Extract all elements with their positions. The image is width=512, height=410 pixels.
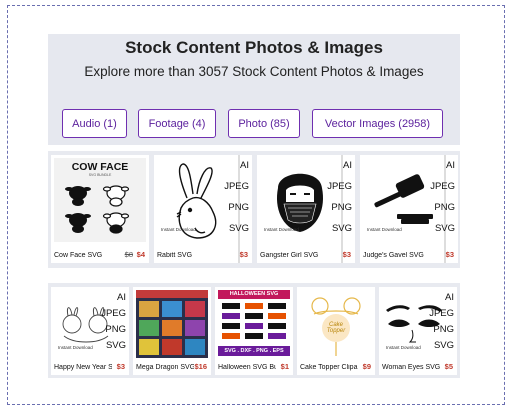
format-label: JPEG — [327, 181, 352, 192]
product-card[interactable]: Instant Download AI JPEG PNG SVG Happy N… — [51, 287, 129, 375]
card-price: $16 — [194, 362, 207, 371]
filter-vector-button[interactable]: Vector Images (2958) — [312, 109, 443, 138]
card-title: Judge's Gavel SVG — [363, 252, 424, 259]
cow-face-icon: COW FACE SVG BUNDLE — [54, 158, 146, 242]
format-label: PNG — [434, 202, 455, 213]
gavel-icon: Instant Download — [363, 158, 443, 242]
page-title: Stock Content Photos & Images — [125, 38, 383, 57]
product-card[interactable]: COW FACE SVG BUNDLE Cow Face SVG $8 $4 — [51, 155, 149, 263]
card-old-price: $8 — [124, 250, 133, 259]
format-label: JPEG — [430, 181, 455, 192]
format-label: JPEG — [101, 308, 126, 319]
format-label: SVG — [434, 223, 455, 234]
rabbit-icon: Instant Download — [157, 158, 237, 242]
product-card[interactable]: Cake Topper Cake Topper Clipa... $9 — [297, 287, 375, 375]
results-row-1: COW FACE SVG BUNDLE Cow Face SVG $8 $4 I… — [48, 151, 460, 268]
format-label: AI — [343, 160, 352, 171]
card-title: Rabitt SVG — [157, 252, 193, 259]
card-price: $4 — [136, 250, 145, 259]
format-label: JPEG — [224, 181, 249, 192]
thumb-footer: SVG . DXF . PNG . EPS — [218, 346, 290, 356]
card-title: Halloween SVG Bu... — [218, 364, 276, 371]
card-title: Mega Dragon SVG — [136, 364, 194, 371]
product-card[interactable]: Instant Download AI JPEG PNG SVG Rabitt … — [154, 155, 252, 263]
card-title: Woman Eyes SVG — [382, 364, 440, 371]
card-price: $5 — [444, 362, 453, 371]
format-label: PNG — [105, 324, 126, 335]
thumb-label: Cake Topper — [326, 322, 346, 334]
card-title: Gangster Girl SVG — [260, 252, 319, 259]
card-price: $3 — [445, 250, 454, 259]
instant-download-label: Instant Download — [161, 227, 196, 232]
card-price: $3 — [239, 250, 248, 259]
gangster-girl-icon: Instant Download — [260, 158, 340, 242]
card-price: $3 — [342, 250, 351, 259]
filter-audio-button[interactable]: Audio (1) — [62, 109, 127, 138]
product-card[interactable]: HALLOWEEN SVG BUNDLE SVG . DXF . PNG . E… — [215, 287, 293, 375]
card-title: Happy New Year SVG — [54, 364, 112, 371]
halloween-bundle-icon: HALLOWEEN SVG BUNDLE SVG . DXF . PNG . E… — [218, 290, 290, 358]
dragon-bundle-icon — [136, 290, 208, 358]
product-card[interactable]: Instant Download AI JPEG PNG SVG Gangste… — [257, 155, 355, 263]
product-card[interactable]: Instant Download AI JPEG PNG SVG Judge's… — [360, 155, 458, 263]
header-panel: Stock Content Photos & Images Explore mo… — [48, 34, 460, 145]
format-label: AI — [240, 160, 249, 171]
format-label: PNG — [433, 324, 454, 335]
instant-download-label: Instant Download — [58, 345, 93, 350]
page-subtitle: Explore more than 3057 Stock Content Pho… — [84, 64, 424, 79]
filter-footage-button[interactable]: Footage (4) — [138, 109, 216, 138]
format-label: PNG — [331, 202, 352, 213]
product-card[interactable]: Mega Dragon SVG $16 — [133, 287, 211, 375]
product-card[interactable]: Instant Download AI JPEG PNG SVG Woman E… — [379, 287, 457, 375]
format-label: SVG — [228, 223, 249, 234]
instant-download-label: Instant Download — [386, 345, 421, 350]
format-label: SVG — [433, 340, 454, 351]
card-price: $3 — [116, 362, 125, 371]
format-label: AI — [117, 292, 126, 303]
format-label: JPEG — [429, 308, 454, 319]
format-label: PNG — [228, 202, 249, 213]
card-price: $1 — [280, 362, 289, 371]
format-label: AI — [446, 160, 455, 171]
format-label: AI — [445, 292, 454, 303]
instant-download-label: Instant Download — [367, 227, 402, 232]
format-label: SVG — [105, 340, 126, 351]
cake-topper-icon: Cake Topper — [300, 290, 372, 358]
instant-download-label: Instant Download — [264, 227, 299, 232]
card-title: Cake Topper Clipa... — [300, 364, 358, 371]
card-price: $9 — [362, 362, 371, 371]
card-title: Cow Face SVG — [54, 252, 103, 259]
format-label: SVG — [331, 223, 352, 234]
results-row-2: Instant Download AI JPEG PNG SVG Happy N… — [48, 283, 460, 378]
filter-photo-button[interactable]: Photo (85) — [228, 109, 300, 138]
